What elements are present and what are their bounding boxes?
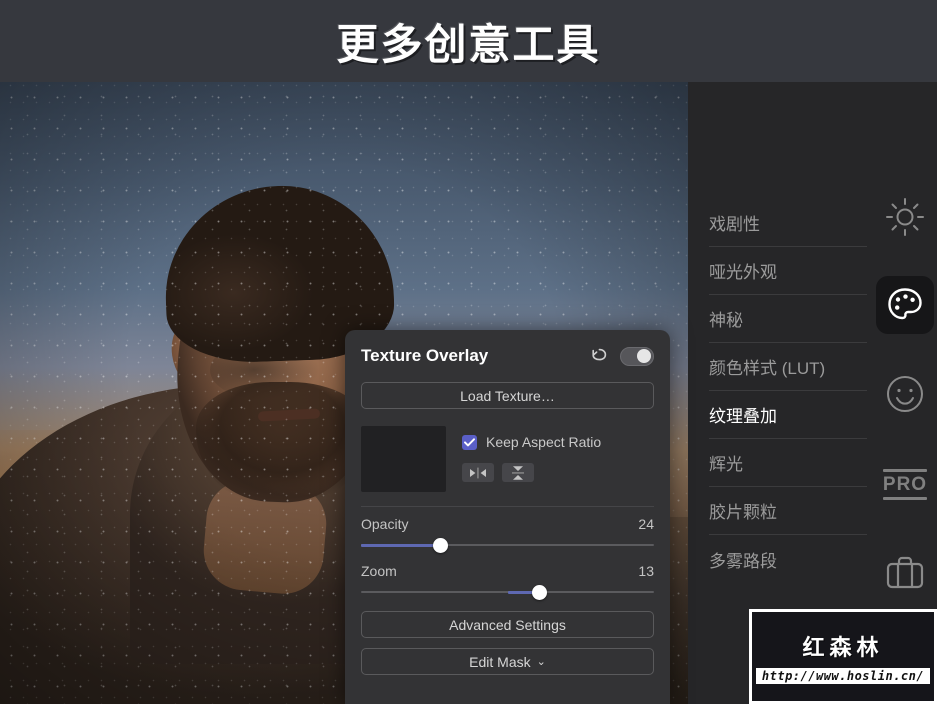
rail-button-pro[interactable]: PRO	[876, 455, 934, 513]
rail-button-color-palette[interactable]	[876, 276, 934, 334]
watermark-url: http://www.hoslin.cn/	[755, 667, 931, 684]
texture-options: Keep Aspect Ratio	[462, 426, 601, 492]
zoom-value: 13	[638, 563, 654, 579]
menu-item-dramatic[interactable]: 戏剧性	[709, 199, 867, 247]
pro-badge-top-rule	[883, 468, 927, 472]
zoom-slider-handle[interactable]	[532, 585, 548, 600]
flip-vertical-button[interactable]	[502, 463, 534, 482]
chevron-down-icon: ⌄	[536, 656, 546, 668]
watermark: 红森林 http://www.hoslin.cn/	[749, 609, 937, 704]
menu-item-label: 纹理叠加	[709, 407, 777, 426]
header-banner: 更多创意工具	[0, 0, 937, 82]
watermark-title: 红森林	[802, 635, 884, 661]
menu-item-label: 颜色样式 (LUT)	[709, 359, 826, 378]
menu-item-label: 哑光外观	[709, 263, 777, 282]
rail-button-brightness[interactable]	[876, 188, 934, 246]
briefcase-icon	[883, 552, 927, 594]
advanced-settings-wrap: Advanced Settings	[361, 611, 654, 638]
pro-badge-icon: PRO	[882, 468, 928, 500]
edit-mask-label: Edit Mask	[469, 653, 531, 670]
color-palette-icon	[885, 285, 925, 325]
page-title: 更多创意工具	[336, 19, 601, 69]
advanced-settings-button[interactable]: Advanced Settings	[361, 611, 654, 638]
edit-mask-wrap: Edit Mask ⌄	[361, 648, 654, 675]
toggle-knob	[637, 349, 651, 363]
texture-thumbnail[interactable]	[361, 426, 446, 492]
brightness-sun-icon	[884, 196, 926, 238]
zoom-label: Zoom	[361, 563, 397, 579]
keep-aspect-ratio-row[interactable]: Keep Aspect Ratio	[462, 434, 601, 450]
menu-item-texture-overlay[interactable]: 纹理叠加	[709, 391, 867, 439]
zoom-slider-labels: Zoom 13	[361, 563, 654, 579]
opacity-slider-handle[interactable]	[432, 538, 448, 553]
opacity-slider-fill	[361, 544, 441, 547]
edit-mask-button[interactable]: Edit Mask ⌄	[361, 648, 654, 675]
menu-item-fog[interactable]: 多雾路段	[709, 535, 867, 583]
opacity-label: Opacity	[361, 516, 409, 532]
menu-item-mystical[interactable]: 神秘	[709, 295, 867, 343]
undo-arrow-icon[interactable]	[590, 346, 608, 367]
zoom-slider[interactable]	[361, 583, 654, 601]
menu-item-label: 多雾路段	[709, 551, 777, 571]
panel-divider	[361, 506, 654, 507]
menu-item-label: 神秘	[709, 311, 743, 330]
opacity-slider-labels: Opacity 24	[361, 516, 654, 532]
keep-aspect-ratio-label: Keep Aspect Ratio	[486, 434, 602, 450]
keep-aspect-ratio-checkbox[interactable]	[462, 434, 477, 450]
pro-badge-label: PRO	[882, 473, 928, 495]
texture-overlay-panel: Texture Overlay Load Texture… Keep Aspec…	[345, 330, 670, 704]
rail-button-portrait[interactable]	[876, 365, 934, 423]
menu-item-matte-look[interactable]: 哑光外观	[709, 247, 867, 295]
menu-item-label: 戏剧性	[709, 215, 760, 234]
flip-buttons-row	[462, 463, 601, 482]
app-root: 更多创意工具 戏剧性 哑光外观 神秘 颜色样式 (LUT) 纹理叠加 辉光 胶片…	[0, 0, 937, 704]
pro-badge-bottom-rule	[883, 496, 927, 500]
texture-row: Keep Aspect Ratio	[361, 426, 654, 492]
panel-title: Texture Overlay	[361, 346, 489, 365]
opacity-slider-block: Opacity 24	[361, 516, 654, 554]
rail-button-portfolio[interactable]	[876, 544, 934, 602]
panel-header: Texture Overlay	[361, 330, 654, 382]
menu-item-label: 胶片颗粒	[709, 503, 777, 522]
menu-item-film-grain[interactable]: 胶片颗粒	[709, 487, 867, 535]
menu-item-label: 辉光	[709, 455, 743, 474]
load-texture-button[interactable]: Load Texture…	[361, 382, 654, 409]
menu-item-color-styles-lut[interactable]: 颜色样式 (LUT)	[709, 343, 867, 391]
zoom-slider-block: Zoom 13	[361, 563, 654, 601]
effect-toggle[interactable]	[620, 346, 654, 366]
panel-header-controls	[590, 346, 654, 367]
effect-menu-list: 戏剧性 哑光外观 神秘 颜色样式 (LUT) 纹理叠加 辉光 胶片颗粒 多雾路段	[709, 199, 867, 583]
opacity-slider[interactable]	[361, 536, 654, 554]
smiley-face-icon	[884, 373, 926, 415]
opacity-value: 24	[638, 516, 654, 532]
menu-item-glow[interactable]: 辉光	[709, 439, 867, 487]
flip-horizontal-button[interactable]	[462, 463, 494, 482]
